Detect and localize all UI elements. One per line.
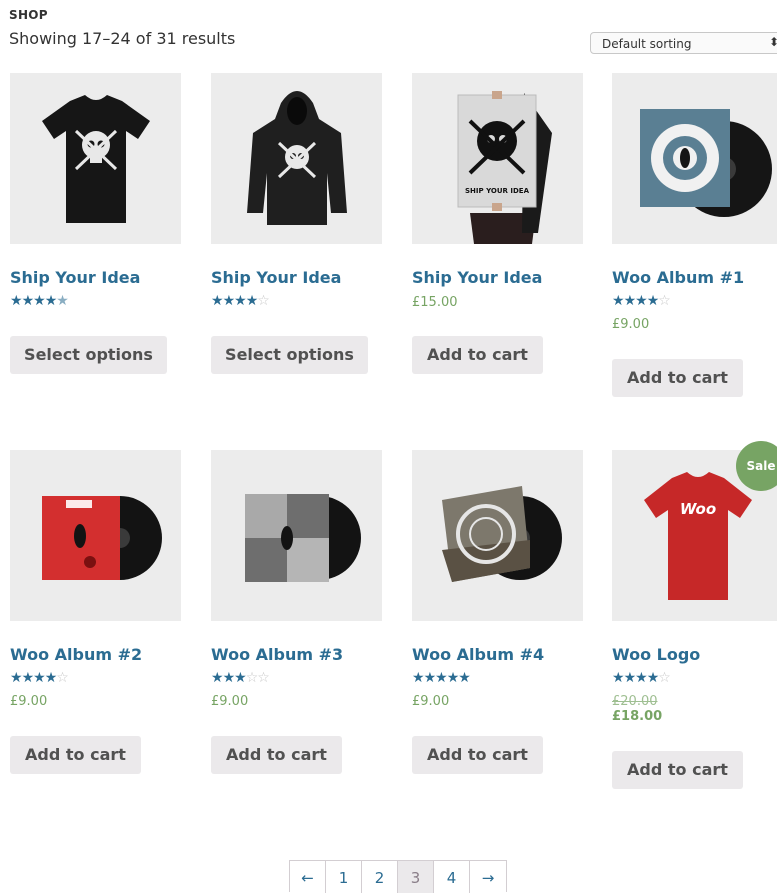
star-icon: ★	[211, 293, 224, 309]
product-image-black-hoodie[interactable]	[211, 73, 382, 244]
rating-stars: ★★★☆☆	[211, 670, 270, 686]
poster-text: SHIP YOUR IDEA	[465, 187, 530, 195]
page-current-3: 3	[398, 861, 434, 893]
product-image-album-grey[interactable]	[211, 450, 382, 621]
star-icon: ★	[44, 670, 58, 686]
product-price: £9.00	[612, 317, 650, 332]
result-count: Showing 17–24 of 31 results	[9, 29, 236, 48]
sale-price: £18.00	[612, 709, 663, 724]
product-title[interactable]: Ship Your Idea	[10, 268, 140, 287]
star-icon: ☆	[658, 670, 671, 686]
product-image-album-blue[interactable]	[612, 73, 777, 244]
rating-stars: ★★★★★	[10, 293, 69, 309]
star-icon: ★	[211, 670, 224, 686]
star-icon: ★	[458, 670, 471, 686]
star-icon: ★	[423, 670, 437, 686]
rating-stars: ★★★★☆	[612, 670, 671, 686]
star-icon: ★	[234, 293, 247, 309]
star-icon: ☆	[257, 293, 270, 309]
add-to-cart-button[interactable]: Add to cart	[612, 359, 743, 397]
original-price: £20.00	[612, 694, 658, 709]
select-arrows-icon: ⬍	[769, 35, 777, 49]
tshirt-logo-text: Woo	[680, 500, 716, 518]
product-price: £9.00	[10, 694, 48, 709]
product-image-poster[interactable]: SHIP YOUR IDEA	[412, 73, 583, 244]
select-options-button[interactable]: Select options	[211, 336, 368, 374]
product-title[interactable]: Woo Album #2	[10, 645, 142, 664]
pagination: ← 1 2 3 4 →	[289, 860, 507, 893]
star-icon: ☆	[257, 670, 270, 686]
star-icon: ☆	[658, 293, 671, 309]
add-to-cart-button[interactable]: Add to cart	[211, 736, 342, 774]
add-to-cart-button[interactable]: Add to cart	[412, 336, 543, 374]
rating-stars: ★★★★☆	[211, 293, 270, 309]
product-title[interactable]: Woo Album #3	[211, 645, 343, 664]
add-to-cart-button[interactable]: Add to cart	[10, 736, 141, 774]
star-icon: ★	[234, 670, 247, 686]
star-icon: ★	[623, 670, 637, 686]
sorting-select[interactable]: Default sorting ⬍	[590, 32, 777, 54]
star-icon: ★	[44, 293, 58, 309]
star-icon: ★	[10, 670, 23, 686]
star-icon: ★	[33, 670, 46, 686]
star-icon: ★	[435, 670, 448, 686]
product-title[interactable]: Woo Album #1	[612, 268, 744, 287]
star-icon: ★	[612, 293, 625, 309]
star-icon: ★	[10, 293, 23, 309]
star-icon: ★	[56, 293, 69, 309]
star-icon: ★	[446, 670, 460, 686]
star-icon: ☆	[245, 670, 259, 686]
star-icon: ★	[612, 670, 625, 686]
star-icon: ★	[222, 293, 236, 309]
product-image-black-tshirt[interactable]	[10, 73, 181, 244]
star-icon: ☆	[56, 670, 69, 686]
product-image-album-photo[interactable]	[412, 450, 583, 621]
add-to-cart-button[interactable]: Add to cart	[612, 751, 743, 789]
page-link-2[interactable]: 2	[362, 861, 398, 893]
prev-page-arrow-icon[interactable]: ←	[290, 861, 326, 893]
star-icon: ★	[635, 670, 648, 686]
page-link-1[interactable]: 1	[326, 861, 362, 893]
star-icon: ★	[222, 670, 236, 686]
product-title[interactable]: Woo Album #4	[412, 645, 544, 664]
select-options-button[interactable]: Select options	[10, 336, 167, 374]
rating-stars: ★★★★☆	[612, 293, 671, 309]
next-page-arrow-icon[interactable]: →	[470, 861, 506, 893]
breadcrumb[interactable]: SHOP	[9, 8, 48, 22]
star-icon: ★	[33, 293, 46, 309]
product-price: £15.00	[412, 295, 458, 310]
rating-stars: ★★★★★	[412, 670, 471, 686]
sorting-selected-label: Default sorting	[602, 37, 692, 51]
star-icon: ★	[21, 670, 35, 686]
rating-stars: ★★★★☆	[10, 670, 69, 686]
star-icon: ★	[245, 293, 259, 309]
star-icon: ★	[623, 293, 637, 309]
product-price: £9.00	[211, 694, 249, 709]
star-icon: ★	[635, 293, 648, 309]
star-icon: ★	[646, 293, 660, 309]
star-icon: ★	[412, 670, 425, 686]
add-to-cart-button[interactable]: Add to cart	[412, 736, 543, 774]
product-price: £9.00	[412, 694, 450, 709]
product-title[interactable]: Woo Logo	[612, 645, 700, 664]
page-link-4[interactable]: 4	[434, 861, 470, 893]
star-icon: ★	[646, 670, 660, 686]
product-title[interactable]: Ship Your Idea	[211, 268, 341, 287]
product-image-album-red[interactable]	[10, 450, 181, 621]
star-icon: ★	[21, 293, 35, 309]
product-title[interactable]: Ship Your Idea	[412, 268, 542, 287]
